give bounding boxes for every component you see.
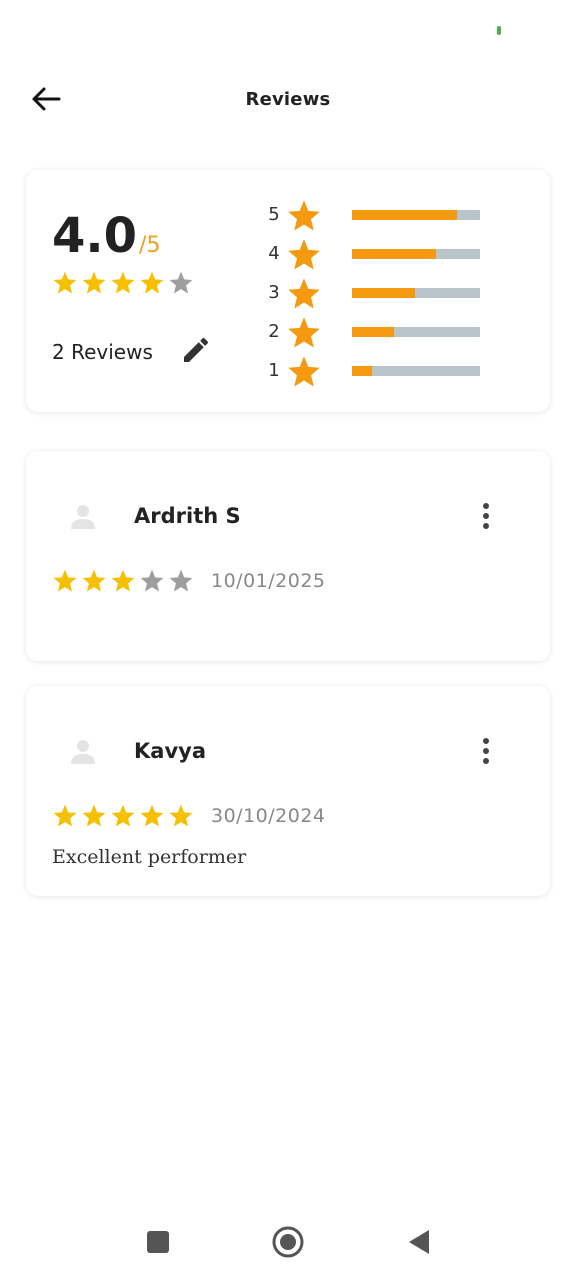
distribution-bar-fill bbox=[352, 366, 373, 376]
review-stars bbox=[52, 568, 194, 594]
review-date: 10/01/2025 bbox=[211, 570, 326, 592]
star-filled-icon bbox=[140, 804, 164, 827]
square-icon bbox=[147, 1231, 169, 1253]
star-icon bbox=[288, 239, 320, 270]
review-comment: Excellent performer bbox=[52, 846, 247, 868]
star-filled-icon bbox=[82, 271, 106, 294]
triangle-left-icon bbox=[409, 1230, 429, 1254]
star-filled-icon bbox=[111, 804, 135, 827]
distribution-bar-fill bbox=[352, 327, 395, 337]
distribution-row: 5 bbox=[266, 198, 526, 237]
star-filled-icon bbox=[169, 804, 193, 827]
star-empty-icon bbox=[169, 569, 193, 592]
avatar-icon bbox=[71, 740, 95, 764]
system-nav-bar bbox=[0, 1210, 576, 1274]
review-card: Ardrith S 10/01/2025 bbox=[26, 451, 550, 661]
distribution-row: 3 bbox=[266, 276, 526, 315]
star-icon bbox=[288, 317, 320, 348]
average-stars bbox=[52, 270, 194, 296]
average-max: /5 bbox=[139, 233, 161, 258]
star-filled-icon bbox=[82, 804, 106, 827]
reviewer-name: Ardrith S bbox=[134, 504, 241, 528]
distribution-bar-fill bbox=[352, 249, 437, 259]
distribution-row: 4 bbox=[266, 237, 526, 276]
star-filled-icon bbox=[111, 569, 135, 592]
star-icon bbox=[288, 200, 320, 231]
review-date: 30/10/2024 bbox=[211, 805, 326, 827]
review-card: Kavya 30/10/2024 Excellent performer bbox=[26, 686, 550, 896]
distribution-row: 1 bbox=[266, 354, 526, 393]
star-filled-icon bbox=[53, 569, 77, 592]
recents-button[interactable] bbox=[140, 1224, 176, 1260]
app-bar: Reviews bbox=[0, 70, 576, 130]
distribution-star-count: 4 bbox=[268, 243, 280, 264]
page-title: Reviews bbox=[245, 89, 331, 110]
average-rating: 4.0/5 bbox=[52, 208, 160, 264]
dot bbox=[483, 748, 489, 754]
star-filled-icon bbox=[53, 271, 77, 294]
average-value: 4.0 bbox=[52, 208, 138, 264]
rating-distribution: 5 4 3 2 1 bbox=[266, 198, 526, 393]
star-filled-icon bbox=[53, 804, 77, 827]
distribution-bar-track bbox=[352, 210, 480, 220]
distribution-star-count: 2 bbox=[268, 321, 280, 342]
status-indicator bbox=[497, 26, 501, 35]
circle-icon bbox=[272, 1226, 304, 1258]
distribution-star-count: 1 bbox=[268, 360, 280, 381]
review-menu-button[interactable] bbox=[472, 734, 500, 768]
star-icon bbox=[288, 356, 320, 387]
distribution-bar-fill bbox=[352, 288, 415, 298]
edit-review-button[interactable] bbox=[178, 332, 214, 368]
distribution-star-count: 3 bbox=[268, 282, 280, 303]
dot bbox=[483, 513, 489, 519]
pencil-icon bbox=[184, 337, 209, 362]
distribution-bar-track bbox=[352, 366, 480, 376]
home-button[interactable] bbox=[270, 1224, 306, 1260]
review-menu-button[interactable] bbox=[472, 499, 500, 533]
distribution-bar-track bbox=[352, 288, 480, 298]
distribution-bar-track bbox=[352, 327, 480, 337]
distribution-bar-fill bbox=[352, 210, 457, 220]
dot bbox=[483, 503, 489, 509]
star-filled-icon bbox=[111, 271, 135, 294]
rating-summary-card: 4.0/5 2 Reviews 5 4 3 2 1 bbox=[26, 170, 550, 412]
reviewer-name: Kavya bbox=[134, 739, 206, 763]
star-icon bbox=[288, 278, 320, 309]
distribution-bar-track bbox=[352, 249, 480, 259]
dot bbox=[483, 738, 489, 744]
star-filled-icon bbox=[140, 271, 164, 294]
avatar-icon bbox=[71, 505, 95, 529]
star-filled-icon bbox=[82, 569, 106, 592]
dot bbox=[483, 523, 489, 529]
back-nav-button[interactable] bbox=[400, 1224, 436, 1260]
review-count: 2 Reviews bbox=[52, 340, 153, 364]
star-empty-icon bbox=[140, 569, 164, 592]
star-empty-icon bbox=[169, 271, 193, 294]
review-stars bbox=[52, 803, 194, 829]
distribution-row: 2 bbox=[266, 315, 526, 354]
dot bbox=[483, 758, 489, 764]
distribution-star-count: 5 bbox=[268, 204, 280, 225]
